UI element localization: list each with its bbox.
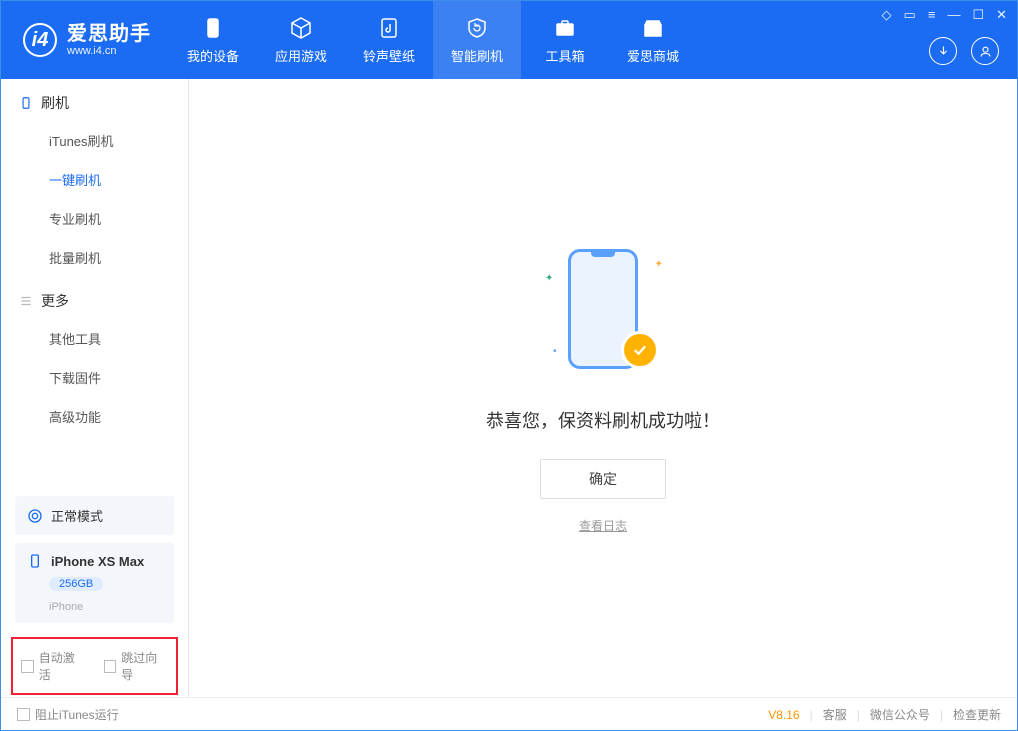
app-title: 爱思助手	[67, 23, 151, 45]
refresh-shield-icon	[465, 16, 489, 40]
sidebar-item-batch-flash[interactable]: 批量刷机	[1, 238, 188, 277]
view-log-link[interactable]: 查看日志	[579, 517, 627, 534]
tab-smart-flash[interactable]: 智能刷机	[433, 1, 521, 79]
checkbox-label: 跳过向导	[121, 649, 168, 683]
sidebar-group-flash: 刷机	[1, 79, 188, 121]
header-nav: 我的设备 应用游戏 铃声壁纸 智能刷机 工具箱 爱思商城	[169, 1, 697, 79]
sidebar-item-download-firmware[interactable]: 下载固件	[1, 358, 188, 397]
checkbox-label: 自动激活	[39, 649, 86, 683]
app-subtitle: www.i4.cn	[67, 45, 151, 57]
version-label: V8.16	[768, 708, 799, 722]
sidebar-group-more: 更多	[1, 277, 188, 319]
sparkle-icon: ✦	[545, 273, 553, 284]
sparkle-icon: ✦	[655, 259, 663, 270]
sidebar-item-other-tools[interactable]: 其他工具	[1, 319, 188, 358]
user-button[interactable]	[971, 37, 999, 65]
maximize-button[interactable]: ☐	[972, 7, 984, 23]
block-itunes-checkbox[interactable]: 阻止iTunes运行	[17, 706, 119, 723]
app-logo-icon: i4	[23, 23, 57, 57]
phone-icon	[27, 553, 43, 569]
checkbox-icon	[104, 660, 117, 673]
checkbox-label: 阻止iTunes运行	[35, 706, 119, 723]
tab-label: 我的设备	[187, 46, 239, 65]
checkbox-icon	[21, 660, 34, 673]
minimize-button[interactable]: —	[947, 7, 960, 23]
device-mode-box[interactable]: 正常模式	[15, 496, 174, 535]
phone-icon	[19, 96, 33, 110]
logo-area: i4 爱思助手 www.i4.cn	[1, 1, 169, 79]
app-header: i4 爱思助手 www.i4.cn 我的设备 应用游戏 铃声壁纸 智能刷机 工具…	[1, 1, 1017, 79]
main-content: ✦ ✦ • 恭喜您，保资料刷机成功啦！ 确定 查看日志	[189, 79, 1017, 697]
tab-apps-games[interactable]: 应用游戏	[257, 1, 345, 79]
tab-label: 铃声壁纸	[363, 46, 415, 65]
status-bar: 阻止iTunes运行 V8.16 | 客服 | 微信公众号 | 检查更新	[1, 697, 1017, 731]
device-mode-label: 正常模式	[51, 506, 103, 525]
device-icon	[201, 16, 225, 40]
tab-label: 爱思商城	[627, 46, 679, 65]
close-button[interactable]: ✕	[996, 7, 1007, 23]
sidebar-item-oneclick-flash[interactable]: 一键刷机	[1, 160, 188, 199]
tab-my-device[interactable]: 我的设备	[169, 1, 257, 79]
wechat-link[interactable]: 微信公众号	[870, 706, 930, 723]
device-type: iPhone	[49, 601, 162, 613]
sparkle-icon: •	[553, 346, 557, 357]
success-check-icon	[621, 331, 659, 369]
toolbox-icon	[553, 16, 577, 40]
check-update-link[interactable]: 检查更新	[953, 706, 1001, 723]
tab-label: 应用游戏	[275, 46, 327, 65]
shirt-icon[interactable]: ◇	[882, 7, 892, 23]
tab-label: 智能刷机	[451, 46, 503, 65]
device-name: iPhone XS Max	[51, 554, 144, 569]
tab-label: 工具箱	[545, 46, 584, 65]
menu-icon[interactable]: ≡	[928, 7, 936, 23]
list-icon[interactable]: ▭	[904, 7, 916, 23]
tab-toolbox[interactable]: 工具箱	[521, 1, 609, 79]
music-file-icon	[377, 16, 401, 40]
sync-icon	[27, 508, 43, 524]
device-info-box[interactable]: iPhone XS Max 256GB iPhone	[15, 543, 174, 623]
ok-button[interactable]: 确定	[540, 459, 666, 499]
skip-guide-checkbox[interactable]: 跳过向导	[104, 649, 169, 683]
sidebar-group-title: 更多	[41, 291, 69, 311]
tab-ringtones-wallpapers[interactable]: 铃声壁纸	[345, 1, 433, 79]
checkbox-icon	[17, 708, 30, 721]
download-button[interactable]	[929, 37, 957, 65]
auto-activate-checkbox[interactable]: 自动激活	[21, 649, 86, 683]
device-storage-badge: 256GB	[49, 577, 103, 591]
window-controls: ◇ ▭ ≡ — ☐ ✕	[882, 7, 1007, 23]
success-message: 恭喜您，保资料刷机成功啦！	[486, 407, 720, 433]
list-icon	[19, 294, 33, 308]
support-link[interactable]: 客服	[823, 706, 847, 723]
sidebar-item-itunes-flash[interactable]: iTunes刷机	[1, 121, 188, 160]
store-icon	[641, 16, 665, 40]
flash-options-row: 自动激活 跳过向导	[11, 637, 178, 695]
sidebar: 刷机 iTunes刷机 一键刷机 专业刷机 批量刷机 更多 其他工具 下载固件 …	[1, 79, 189, 697]
success-illustration: ✦ ✦ •	[533, 243, 673, 383]
sidebar-group-title: 刷机	[41, 93, 69, 113]
tab-store[interactable]: 爱思商城	[609, 1, 697, 79]
sidebar-item-advanced[interactable]: 高级功能	[1, 397, 188, 436]
cube-icon	[289, 16, 313, 40]
sidebar-item-pro-flash[interactable]: 专业刷机	[1, 199, 188, 238]
